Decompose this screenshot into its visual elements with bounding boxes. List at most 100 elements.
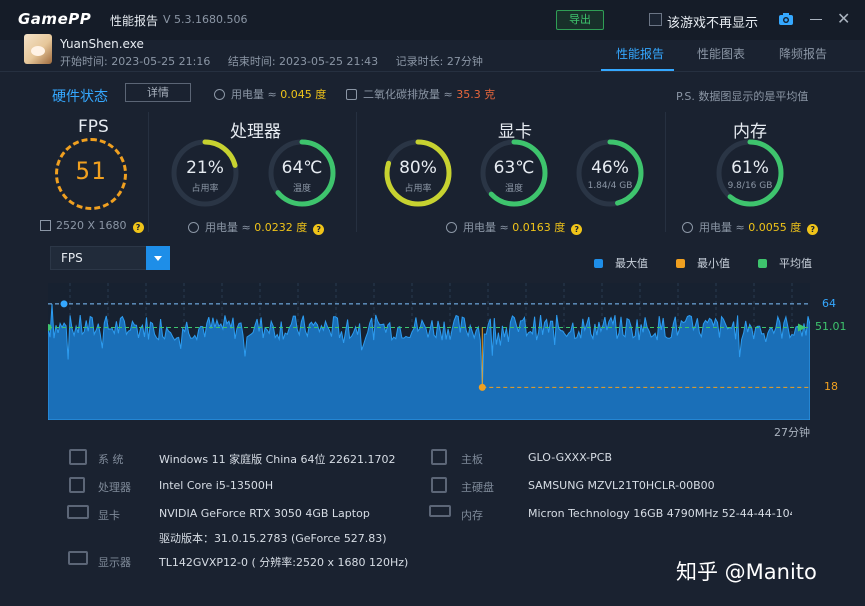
gpu-value: NVIDIA GeForce RTX 3050 4GB Laptop [159,507,370,520]
display-value: TL142GVXP12-0 ( 分辨率:2520 x 1680 120Hz) [159,556,409,569]
help-icon[interactable]: ? [571,224,583,235]
mem-label: 内存 [461,509,483,522]
help-icon[interactable]: ? [807,224,819,235]
total-power-value: 0.045 度 [280,88,327,101]
divider [356,112,357,232]
chart-note: P.S. 数据图显示的是平均值 [676,90,809,103]
window-title: 性能报告 [110,14,159,28]
no-show-checkbox[interactable] [649,13,662,26]
fps-chart [44,283,811,421]
max-point [60,300,68,308]
gpu-power-label: 用电量 ≈ [463,221,509,234]
board-label: 主板 [461,453,483,466]
gpu-vram-gauge: 46% 1.84/4 GB [575,138,645,208]
title-bar: GamePP 性能报告 V 5.3.1680.506 导出 该游戏不再显示 ✕ [0,0,865,40]
legend-min-swatch [676,259,685,268]
gpu-temp-value: 63℃ [493,158,535,178]
game-avatar [24,34,52,64]
gpu-vram-label: 1.84/4 GB [587,181,633,191]
exe-name: YuanShen.exe [60,37,144,51]
min-point [478,383,486,391]
system-label: 系 统 [98,453,124,466]
disk-icon [431,477,447,493]
cpu-power-label: 用电量 ≈ [205,221,251,234]
gpu-power: 用电量 ≈ 0.0163 度? [446,219,583,235]
fps-value: 51 [75,157,107,185]
resolution-row: 2520 X 1680? [40,219,144,233]
camera-icon[interactable] [778,11,794,27]
minimize-icon[interactable] [810,19,822,20]
cpu-temp-gauge: 64℃ 温度 [267,138,337,208]
version-text: V 5.3.1680.506 [163,13,248,26]
board-value: GLO-GXXX-PCB [528,451,613,464]
gpu-vram-value: 46% [591,158,629,178]
cpu-usage-gauge: 21% 占用率 [170,138,240,208]
legend-max: 最大值 [594,255,648,271]
resolution-value: 2520 X 1680 [56,219,127,232]
export-button[interactable]: 导出 [556,10,604,30]
gpu-usage-label: 占用率 [404,184,432,194]
co2-value: 35.3 克 [456,88,496,101]
help-icon[interactable]: ? [132,222,144,233]
legend-max-swatch [594,259,603,268]
monitor-icon [68,551,88,565]
gpu-icon [67,505,89,519]
power-icon [682,222,693,233]
app-logo: GamePP [18,10,92,28]
avg-value-label: 51.01 [815,320,847,334]
cpu-temp-label: 温度 [292,184,311,194]
cpu-value: Intel Core i5-13500H [159,479,274,492]
power-icon [446,222,457,233]
details-button[interactable]: 详情 [125,83,191,102]
help-icon[interactable]: ? [313,224,325,235]
cpu-power-value: 0.0232 度 [254,221,308,234]
gpu-power-value: 0.0163 度 [512,221,566,234]
fps-area-series [47,303,811,421]
cpu-icon [69,477,85,493]
legend-min: 最小值 [676,255,730,271]
legend-min-label: 最小值 [697,257,730,270]
mem-value: Micron Technology 16GB 4790MHz 52-44-44-… [528,507,792,520]
fps-title: FPS [78,117,109,137]
metric-select[interactable]: FPS [50,246,170,270]
metric-select-value: FPS [61,251,83,265]
watermark: 知乎 @Manito [676,560,817,584]
disk-label: 主硬盘 [461,481,494,494]
tab-throttle-report[interactable]: 降频报告 [779,45,827,62]
disk-value: SAMSUNG MZVL21T0HCLR-00B00 [528,479,715,492]
no-show-label[interactable]: 该游戏不再显示 [667,12,758,31]
gpu-label: 显卡 [98,509,120,522]
memory-usage-value: 61% [731,158,769,178]
end-time: 结束时间: 2023-05-25 21:43 [227,55,379,68]
hardware-status-title: 硬件状态 [52,89,108,105]
total-power: 用电量 ≈ 0.045 度 [214,86,326,102]
total-power-label: 用电量 ≈ [231,88,277,101]
cpu-label: 处理器 [98,481,131,494]
memory-usage-label: 9.8/16 GB [727,181,773,191]
start-time: 开始时间: 2023-05-25 21:16 [60,55,211,68]
memory-usage-gauge: 61% 9.8/16 GB [715,138,785,208]
display-label: 显示器 [98,556,131,569]
chart-duration: 27分钟 [774,426,810,439]
resolution-icon [40,220,51,231]
memory-power-label: 用电量 ≈ [699,221,745,234]
system-value: Windows 11 家庭版 China 64位 22621.1702 [159,453,396,466]
gpu-usage-value: 80% [399,158,437,178]
tab-performance-chart[interactable]: 性能图表 [697,45,745,62]
power-icon [214,89,225,100]
co2-emission: 二氧化碳排放量 ≈ 35.3 克 [346,86,495,102]
gpu-temp-label: 温度 [504,184,523,194]
max-value-label: 64 [822,296,836,310]
windows-icon [69,449,87,465]
cpu-usage-label: 占用率 [191,184,219,194]
close-icon[interactable]: ✕ [837,11,850,27]
chevron-down-icon[interactable] [146,246,170,270]
divider [148,112,149,232]
cpu-usage-value: 21% [186,158,224,178]
cpu-temp-value: 64℃ [281,158,323,178]
fps-chart-svg [44,283,811,421]
active-tab-indicator [601,69,674,71]
tab-performance-report[interactable]: 性能报告 [616,45,664,62]
memory-power: 用电量 ≈ 0.0055 度? [682,219,819,235]
motherboard-icon [431,449,447,465]
